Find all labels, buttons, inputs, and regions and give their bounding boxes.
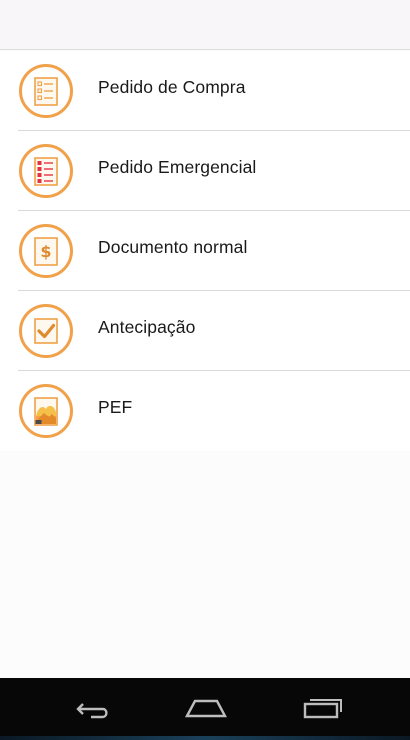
document-type-list: Pedido de Compra Pedido Emergencial $ Do… <box>0 51 410 451</box>
home-icon[interactable] <box>184 694 228 724</box>
list-item-documento-normal[interactable]: $ Documento normal <box>0 211 410 291</box>
checkmark-document-icon <box>18 303 74 359</box>
list-item-label: PEF <box>98 397 133 417</box>
list-item-pef[interactable]: PEF <box>0 371 410 451</box>
emergency-list-icon <box>18 143 74 199</box>
order-checklist-icon <box>18 63 74 119</box>
svg-text:$: $ <box>40 242 51 261</box>
back-icon[interactable] <box>69 694 113 724</box>
recent-apps-icon[interactable] <box>300 694 344 724</box>
list-item-label: Documento normal <box>98 237 248 257</box>
photo-document-icon <box>18 383 74 439</box>
list-item-label: Pedido de Compra <box>98 77 246 97</box>
navbar-glow <box>0 736 410 740</box>
list-item-label: Antecipação <box>98 317 196 337</box>
list-item-label: Pedido Emergencial <box>98 157 257 177</box>
list-item-antecipacao[interactable]: Antecipação <box>0 291 410 371</box>
system-navigation-bar <box>0 678 410 740</box>
empty-content-area <box>0 452 410 678</box>
list-item-pedido-emergencial[interactable]: Pedido Emergencial <box>0 131 410 211</box>
dollar-document-icon: $ <box>18 223 74 279</box>
top-app-bar <box>0 0 410 50</box>
list-item-pedido-de-compra[interactable]: Pedido de Compra <box>0 51 410 131</box>
